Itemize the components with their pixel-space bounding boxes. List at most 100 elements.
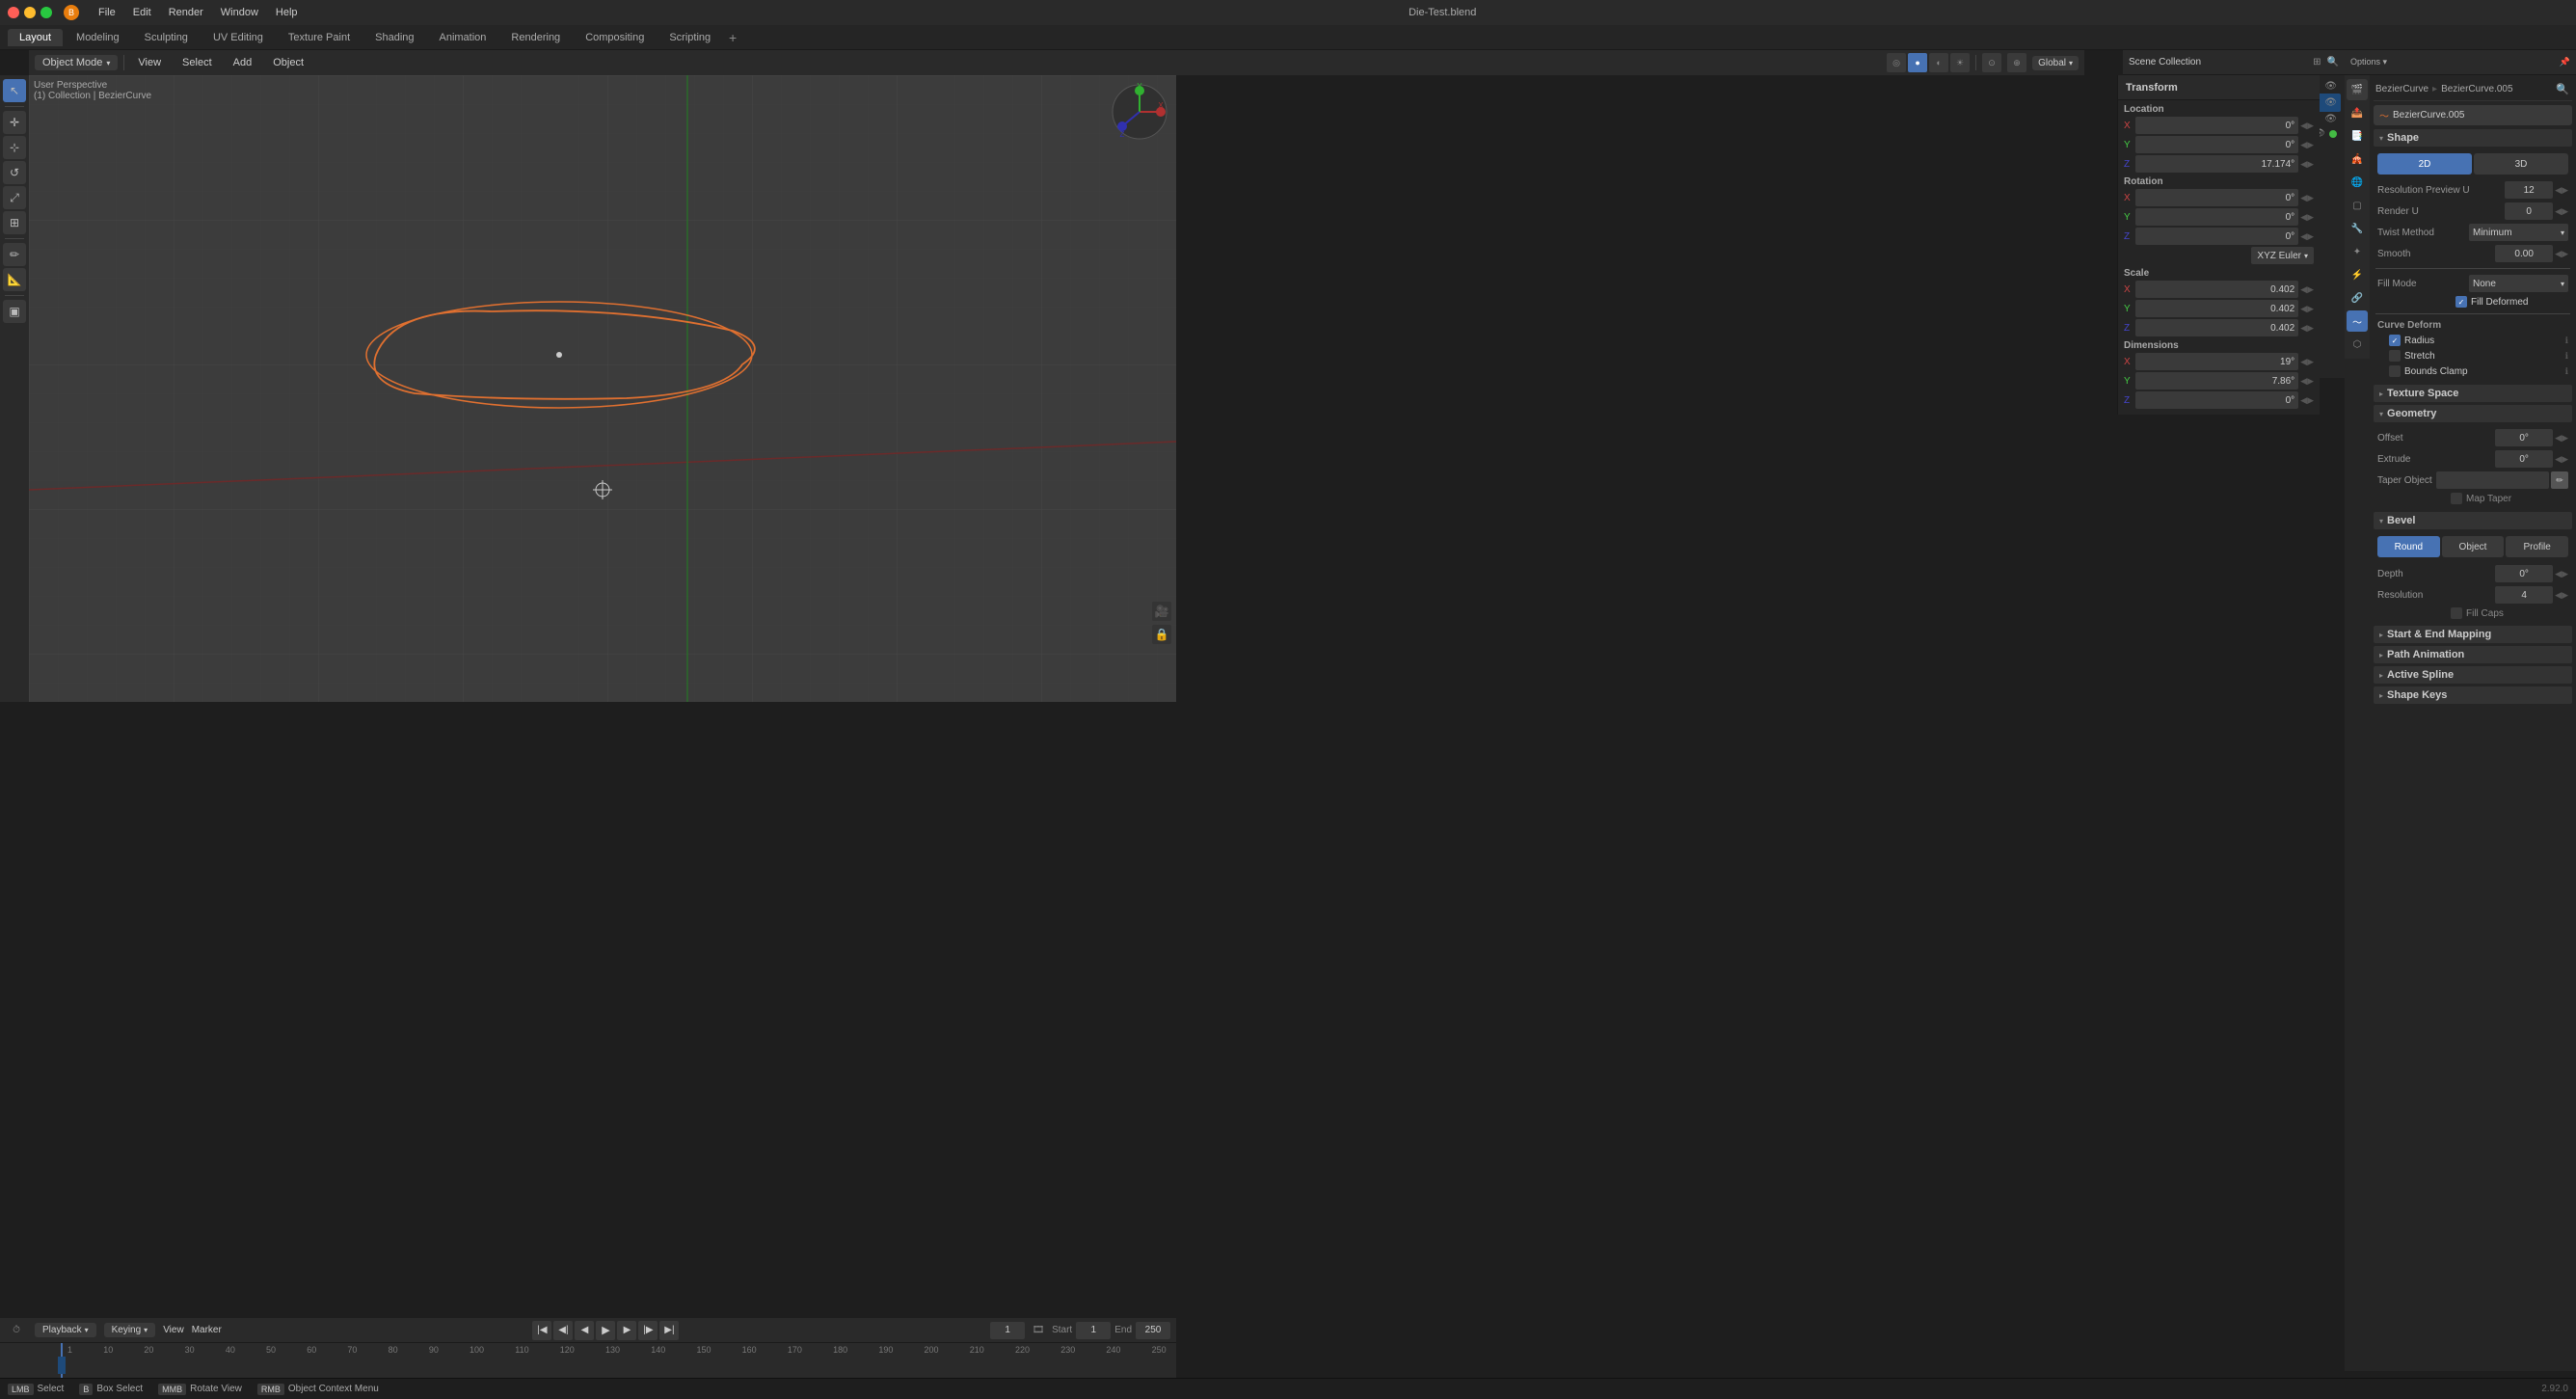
nav-gizmo[interactable]: X Y Z: [1111, 83, 1168, 144]
render-u-field[interactable]: 0: [2505, 202, 2553, 220]
tab-scripting[interactable]: Scripting: [657, 29, 722, 46]
outliner-filter-icon[interactable]: ⊞: [2313, 57, 2321, 67]
smooth-field[interactable]: 0.00: [2495, 245, 2553, 262]
taper-object-picker-icon[interactable]: ✏: [2551, 471, 2568, 489]
object-mode-selector[interactable]: Object Mode ▾: [35, 55, 118, 70]
rendered-preview-btn[interactable]: ☀: [1950, 53, 1970, 72]
tab-animation[interactable]: Animation: [428, 29, 498, 46]
annotate-tool[interactable]: ✏: [3, 243, 26, 266]
fill-mode-field[interactable]: None ▾: [2469, 275, 2568, 292]
3d-mode-btn[interactable]: 3D: [2474, 153, 2568, 175]
jump-start-btn[interactable]: |◀: [532, 1321, 551, 1340]
menu-file[interactable]: File: [91, 5, 123, 20]
tab-rendering[interactable]: Rendering: [499, 29, 572, 46]
zoom-camera-button[interactable]: 🎥: [1152, 602, 1171, 621]
props-data-icon[interactable]: 〜: [2347, 310, 2368, 332]
breadcrumb-data[interactable]: BezierCurve.005: [2441, 84, 2512, 94]
geometry-section-header[interactable]: ▾ Geometry: [2374, 405, 2572, 422]
bevel-resolution-field[interactable]: 4: [2495, 586, 2553, 604]
keying-menu[interactable]: Keying ▾: [104, 1323, 156, 1337]
props-material-icon[interactable]: ⬡: [2347, 334, 2368, 355]
location-x-field[interactable]: 0°: [2135, 117, 2298, 134]
next-keyframe-btn[interactable]: |▶: [638, 1321, 657, 1340]
rotate-tool[interactable]: ↺: [3, 161, 26, 184]
solid-shading-btn[interactable]: ●: [1908, 53, 1927, 72]
path-animation-header[interactable]: ▸ Path Animation: [2374, 646, 2572, 663]
prev-frame-btn[interactable]: ◀: [575, 1321, 594, 1340]
breadcrumb-object[interactable]: BezierCurve: [2375, 84, 2428, 94]
add-menu[interactable]: Add: [226, 55, 260, 70]
close-button[interactable]: [8, 7, 19, 18]
bounds-clamp-checkbox[interactable]: [2389, 365, 2401, 377]
add-workspace-button[interactable]: +: [724, 29, 741, 46]
props-particles-icon[interactable]: ✦: [2347, 241, 2368, 262]
shape-section-header[interactable]: ▾ Shape: [2374, 129, 2572, 147]
scale-y-field[interactable]: 0.402: [2135, 300, 2298, 317]
breadcrumb-search-icon[interactable]: 🔍: [2555, 81, 2570, 96]
bezier-visibility-icon[interactable]: 👁: [2324, 97, 2337, 108]
menu-window[interactable]: Window: [213, 5, 266, 20]
twist-method-field[interactable]: Minimum ▾: [2469, 224, 2568, 241]
camera-visibility-icon[interactable]: 👁: [2324, 114, 2337, 124]
visibility-icon[interactable]: 👁: [2324, 81, 2337, 92]
minimize-button[interactable]: [24, 7, 36, 18]
scale-x-field[interactable]: 0.402: [2135, 281, 2298, 298]
tab-sculpting[interactable]: Sculpting: [133, 29, 200, 46]
dim-z-field[interactable]: 0°: [2135, 391, 2298, 409]
location-y-field[interactable]: 0°: [2135, 136, 2298, 153]
measure-tool[interactable]: 📐: [3, 268, 26, 291]
taper-object-field[interactable]: [2436, 471, 2549, 489]
bevel-object-btn[interactable]: Object: [2442, 536, 2505, 557]
menu-render[interactable]: Render: [161, 5, 211, 20]
resolution-preview-u-field[interactable]: 12: [2505, 181, 2553, 199]
transform-tool[interactable]: ⊞: [3, 211, 26, 234]
3d-viewport[interactable]: User Perspective (1) Collection | Bezier…: [29, 75, 1176, 702]
stretch-checkbox[interactable]: [2389, 350, 2401, 362]
prev-keyframe-btn[interactable]: ◀|: [553, 1321, 573, 1340]
outliner-search-icon[interactable]: 🔍: [2327, 57, 2339, 67]
tab-compositing[interactable]: Compositing: [574, 29, 656, 46]
props-output-icon[interactable]: 📤: [2347, 102, 2368, 123]
props-object-icon[interactable]: ▢: [2347, 195, 2368, 216]
props-view-layer-icon[interactable]: 📑: [2347, 125, 2368, 147]
props-world-icon[interactable]: 🌐: [2347, 172, 2368, 193]
lock-camera-button[interactable]: 🔒: [1152, 625, 1171, 644]
texture-space-section-header[interactable]: ▸ Texture Space: [2374, 385, 2572, 402]
next-frame-btn[interactable]: ▶: [617, 1321, 636, 1340]
tab-shading[interactable]: Shading: [363, 29, 425, 46]
maximize-button[interactable]: [40, 7, 52, 18]
viewport-mode-btn[interactable]: ◎: [1887, 53, 1906, 72]
timeline-track[interactable]: 1 10 20 30 40 50 60 70 80 90 100 110 120…: [0, 1343, 1176, 1378]
menu-help[interactable]: Help: [268, 5, 306, 20]
material-preview-btn[interactable]: ◐: [1929, 53, 1948, 72]
offset-field[interactable]: 0°: [2495, 429, 2553, 446]
view-menu[interactable]: View: [130, 55, 169, 70]
menu-edit[interactable]: Edit: [125, 5, 159, 20]
dim-x-field[interactable]: 19°: [2135, 353, 2298, 370]
props-physics-icon[interactable]: ⚡: [2347, 264, 2368, 285]
start-frame-field[interactable]: 1: [1076, 1322, 1111, 1339]
add-cube-tool[interactable]: ▣: [3, 300, 26, 323]
map-taper-checkbox[interactable]: [2451, 493, 2462, 504]
gizmo-button[interactable]: ⊕: [2007, 53, 2026, 72]
global-local-toggle[interactable]: Global ▾: [2032, 56, 2079, 70]
shape-keys-header[interactable]: ▸ Shape Keys: [2374, 686, 2572, 704]
object-name-field[interactable]: 〜 BezierCurve.005: [2374, 105, 2572, 125]
scale-tool[interactable]: ⤢: [3, 186, 26, 209]
jump-end-btn[interactable]: ▶|: [659, 1321, 679, 1340]
tab-layout[interactable]: Layout: [8, 29, 63, 46]
tab-modeling[interactable]: Modeling: [65, 29, 131, 46]
timeline-type-icon[interactable]: ⏱: [6, 1320, 27, 1341]
radius-checkbox[interactable]: ✓: [2389, 335, 2401, 346]
rotation-mode-field[interactable]: XYZ Euler ▾: [2251, 247, 2314, 264]
rotation-y-field[interactable]: 0°: [2135, 208, 2298, 226]
select-tool[interactable]: ↖: [3, 79, 26, 102]
props-scene-icon[interactable]: 🎪: [2347, 148, 2368, 170]
2d-mode-btn[interactable]: 2D: [2377, 153, 2472, 175]
tab-texture-paint[interactable]: Texture Paint: [277, 29, 362, 46]
bevel-depth-field[interactable]: 0°: [2495, 565, 2553, 582]
object-menu[interactable]: Object: [265, 55, 311, 70]
overlay-button[interactable]: ⊙: [1982, 53, 2001, 72]
current-frame-field[interactable]: 1: [990, 1322, 1025, 1339]
scale-z-field[interactable]: 0.402: [2135, 319, 2298, 336]
